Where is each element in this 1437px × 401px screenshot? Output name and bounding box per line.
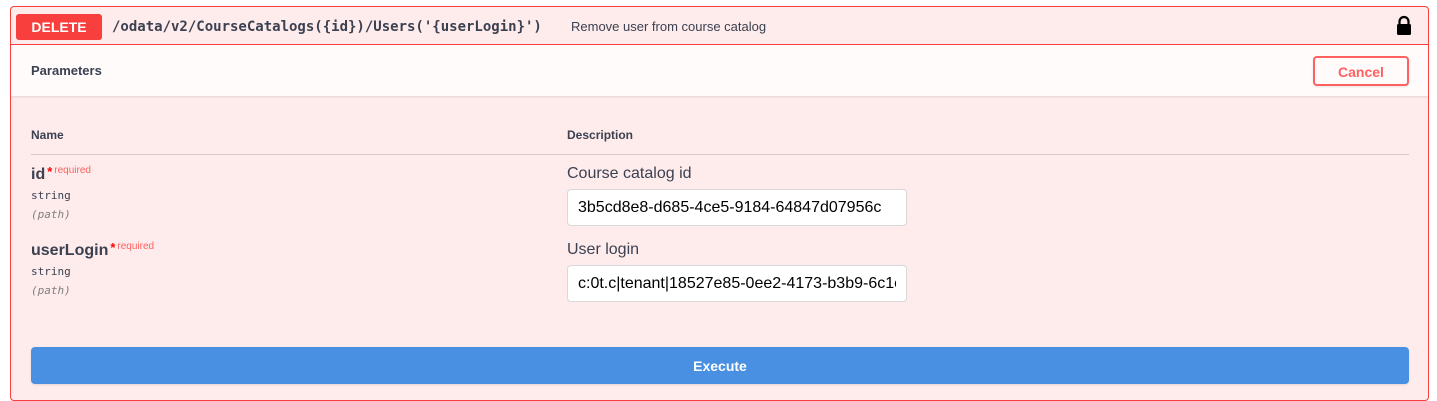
param-type-userlogin: string [31, 265, 71, 278]
param-location-id: (path) [31, 208, 71, 221]
endpoint-path: /odata/v2/CourseCatalogs({id})/Users('{u… [112, 19, 542, 35]
operation-summary[interactable]: DELETE /odata/v2/CourseCatalogs({id})/Us… [11, 7, 1428, 45]
required-star: * [47, 164, 53, 179]
header-divider [31, 154, 1409, 155]
param-location-userlogin: (path) [31, 284, 71, 297]
param-description-id: Course catalog id [567, 165, 692, 182]
parameters-header: Parameters Cancel [11, 45, 1428, 96]
param-name-text: id [31, 166, 46, 183]
operation-block-delete: DELETE /odata/v2/CourseCatalogs({id})/Us… [10, 6, 1429, 401]
parameters-title: Parameters [31, 63, 102, 78]
userlogin-input[interactable] [567, 265, 907, 302]
column-header-name: Name [31, 128, 64, 142]
cancel-button[interactable]: Cancel [1313, 56, 1409, 86]
required-star: * [110, 240, 116, 255]
operation-description: Remove user from course catalog [571, 19, 767, 34]
http-method-badge: DELETE [16, 14, 102, 40]
lock-icon[interactable] [1395, 15, 1413, 37]
param-name-id: id * required [31, 164, 91, 187]
param-type-id: string [31, 189, 71, 202]
execute-button[interactable]: Execute [31, 347, 1409, 384]
required-label: required [117, 241, 155, 252]
param-name-userlogin: userLogin * required [31, 240, 155, 263]
column-header-description: Description [567, 128, 634, 142]
required-label: required [54, 165, 91, 176]
param-description-userlogin: User login [567, 241, 640, 258]
param-name-text: userLogin [31, 242, 109, 259]
id-input[interactable] [567, 189, 907, 226]
